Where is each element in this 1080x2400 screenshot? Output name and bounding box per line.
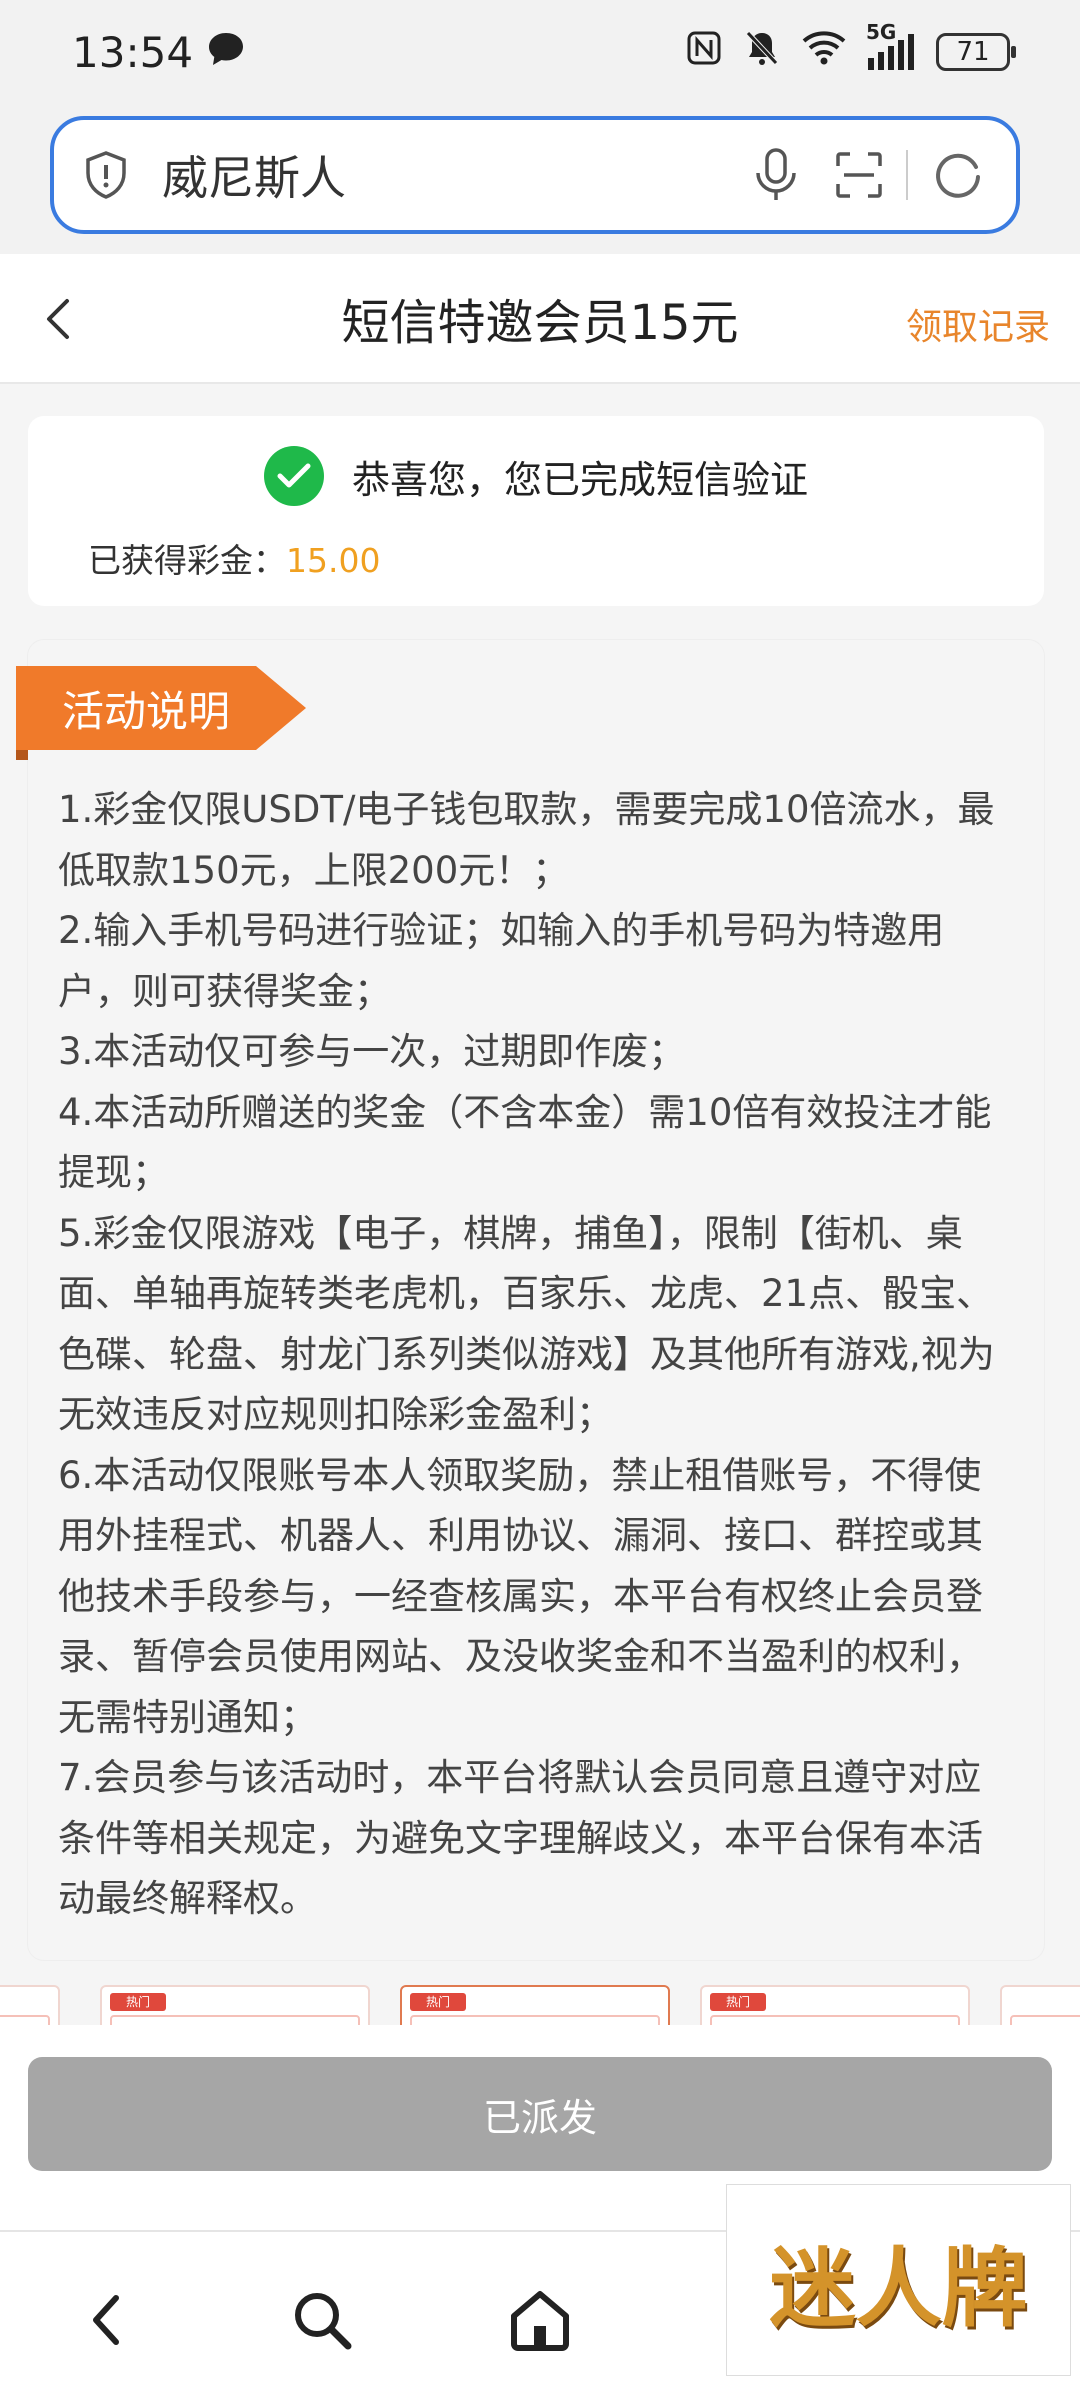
nav-home-icon[interactable] (500, 2280, 580, 2360)
watermark-logo: 迷人牌 (726, 2184, 1071, 2376)
scan-icon[interactable] (834, 150, 884, 200)
dispatched-button[interactable]: 已派发 (28, 2057, 1052, 2171)
rule-item: 6.本活动仅限账号本人领取奖励，禁止租借账号，不得使用外挂程式、机器人、利用协议… (58, 1453, 983, 1739)
bonus-row: 已获得彩金：15.00 (88, 534, 380, 582)
back-button[interactable] (28, 289, 88, 349)
rule-item: 4.本活动所赠送的奖金（不含本金）需10倍有效投注才能提现； (58, 1090, 992, 1195)
rule-item: 2.输入手机号码进行验证；如输入的手机号码为特邀用户，则可获得奖金； (58, 909, 945, 1013)
chat-notification-icon (207, 28, 245, 77)
rule-item: 3.本活动仅可参与一次，过期即作废； (58, 1030, 686, 1073)
search-divider (906, 150, 908, 200)
network-type-label: 5G (866, 20, 897, 44)
page-title: 短信特邀会员15元 (341, 295, 739, 351)
shield-icon (84, 150, 128, 200)
activity-rules: 1.彩金仅限USDT/电子钱包取款，需要完成10倍流水，最低取款150元，上限2… (58, 780, 1018, 1930)
browser-toolbar: 威尼斯人 (0, 104, 1080, 254)
hot-badge: 热门 (410, 1993, 466, 2011)
thumb-bar (410, 2015, 660, 2025)
status-time: 13:54 (72, 27, 194, 77)
app-header: 短信特邀会员15元 领取记录 (0, 254, 1080, 384)
activity-tag-label: 活动说明 (62, 686, 231, 736)
promo-thumbnail-active[interactable]: 热门 (400, 1985, 670, 2025)
activity-description-card: 活动说明 1.彩金仅限USDT/电子钱包取款，需要完成10倍流水，最低取款150… (16, 640, 1044, 1960)
rule-item: 7.会员参与该活动时，本平台将默认会员同意且遵守对应条件等相关规定，为避免文字理… (58, 1756, 983, 1920)
promo-thumbnail[interactable]: 热门 (100, 1985, 370, 2025)
thumb-bar (110, 2015, 360, 2025)
claim-records-link[interactable]: 领取记录 (906, 298, 1050, 350)
hot-badge: 热门 (110, 1993, 166, 2011)
hot-badge: 热门 (710, 1993, 766, 2011)
search-query-text: 威尼斯人 (162, 151, 346, 205)
nav-back-icon[interactable] (66, 2280, 146, 2360)
promo-thumbnail[interactable] (1000, 1985, 1080, 2025)
status-bar: 13:54 5G 71 (0, 0, 1080, 104)
tag-fold-decoration (16, 750, 28, 760)
bonus-value: 15.00 (286, 541, 381, 580)
mute-icon (744, 29, 780, 75)
verification-success-card: 恭喜您，您已完成短信验证 已获得彩金：15.00 (28, 416, 1044, 606)
battery-level: 71 (956, 37, 990, 67)
rule-item: 5.彩金仅限游戏【电子，棋牌，捕鱼】，限制【街机、桌面、单轴再旋转类老虎机，百家… (58, 1211, 995, 1437)
activity-tag: 活动说明 (16, 666, 306, 750)
cellular-signal-icon: 5G (866, 20, 914, 70)
promo-thumbnail[interactable]: 热门 (700, 1985, 970, 2025)
nfc-icon (686, 30, 722, 74)
chevron-left-icon (47, 299, 69, 339)
battery-indicator: 71 (936, 33, 1016, 71)
thumb-bar (0, 2015, 50, 2025)
checkmark-icon (263, 446, 324, 506)
thumb-bar (710, 2015, 960, 2025)
rule-item: 1.彩金仅限USDT/电子钱包取款，需要完成10倍流水，最低取款150元，上限2… (58, 788, 995, 892)
thumb-bar (1010, 2015, 1080, 2025)
refresh-icon[interactable] (930, 147, 986, 203)
nav-search-icon[interactable] (282, 2280, 362, 2360)
bonus-label: 已获得彩金： (88, 541, 286, 580)
microphone-icon[interactable] (752, 147, 800, 203)
success-message: 恭喜您，您已完成短信验证 (351, 457, 808, 502)
search-input[interactable]: 威尼斯人 (50, 116, 1020, 234)
promo-thumbnail[interactable] (0, 1985, 60, 2025)
wifi-icon (802, 31, 846, 73)
promo-thumbnail-strip[interactable]: 热门 热门 热门 (0, 1985, 1080, 2025)
